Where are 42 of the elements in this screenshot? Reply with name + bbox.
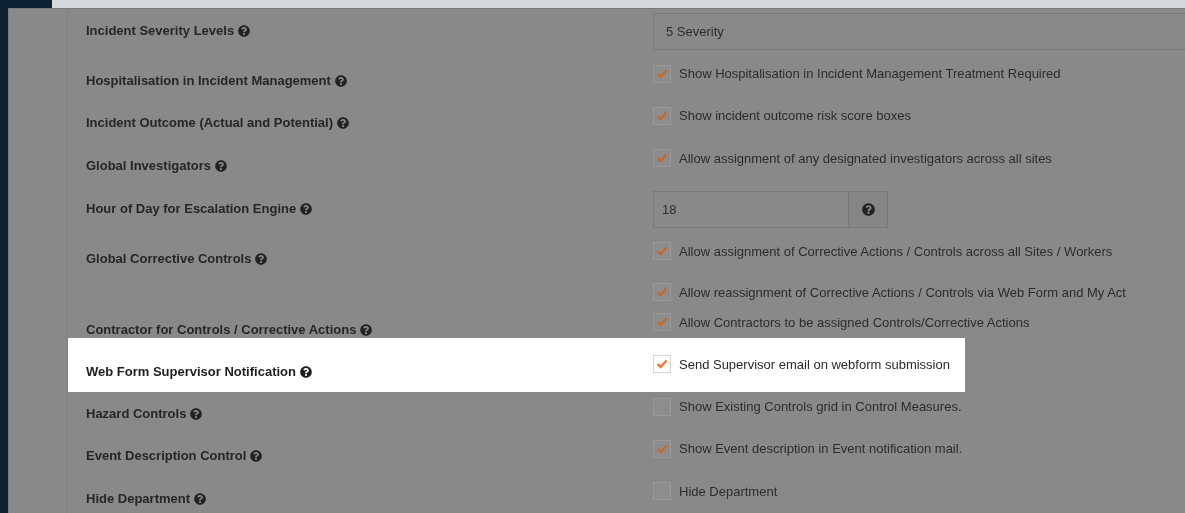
setting-label: Incident Severity Levels xyxy=(86,22,235,40)
help-icon[interactable] xyxy=(299,365,312,378)
checkbox[interactable] xyxy=(653,106,671,125)
check-icon xyxy=(656,287,668,298)
option-label: Show Event description in Event notification mail. xyxy=(679,441,963,457)
setting-label: Hide Department xyxy=(86,489,191,508)
checkbox[interactable] xyxy=(653,242,671,261)
option-label: Show Hospitalisation in Incident Management Treatment Required xyxy=(679,66,1061,81)
option-label: Allow assignment of any designated investigators across all sites xyxy=(679,150,1052,166)
option-label: Show incident outcome risk score boxes xyxy=(679,108,911,124)
setting-label: Contractor for Controls / Corrective Actions xyxy=(86,320,357,339)
checkbox[interactable] xyxy=(653,439,671,458)
severity-select[interactable]: 5 Severity xyxy=(653,13,1185,50)
setting-label: Incident Outcome (Actual and Potential) xyxy=(86,114,334,133)
option-label: Send Supervisor email on webform submission xyxy=(679,356,950,372)
checkbox[interactable] xyxy=(653,149,671,168)
option-label: Allow assignment of Corrective Actions / Controls across all Sites / Workers xyxy=(679,243,1113,259)
setting-label: Global Investigators xyxy=(86,156,211,175)
help-button[interactable] xyxy=(849,190,888,228)
setting-label: Event Description Control xyxy=(86,447,247,466)
check-icon xyxy=(656,110,668,121)
hour-input[interactable]: 18 xyxy=(653,190,849,228)
check-icon xyxy=(656,68,668,79)
option-label: Show Existing Controls grid in Control Measures. xyxy=(679,399,962,415)
option-label: Allow reassignment of Corrective Actions / Controls via Web Form and My Act xyxy=(679,284,1126,300)
check-icon xyxy=(656,359,668,370)
help-icon xyxy=(861,202,875,216)
option-label: Allow Contractors to be assigned Controls/Corrective Actions xyxy=(679,314,1030,330)
checkbox[interactable] xyxy=(653,64,671,83)
setting-label: Web Form Supervisor Notification xyxy=(86,362,296,381)
setting-label: Hospitalisation in Incident Management xyxy=(86,72,331,90)
check-icon xyxy=(656,246,668,257)
checkbox[interactable] xyxy=(653,283,671,302)
checkbox[interactable] xyxy=(653,355,671,374)
setting-label: Global Corrective Controls xyxy=(86,249,252,268)
checkbox[interactable] xyxy=(653,313,671,332)
check-icon xyxy=(656,153,668,164)
setting-label: Hour of Day for Escalation Engine xyxy=(86,199,297,218)
check-icon xyxy=(656,317,668,328)
check-icon xyxy=(656,443,668,454)
setting-label: Hazard Controls xyxy=(86,405,187,424)
option-label: Hide Department xyxy=(679,483,778,499)
